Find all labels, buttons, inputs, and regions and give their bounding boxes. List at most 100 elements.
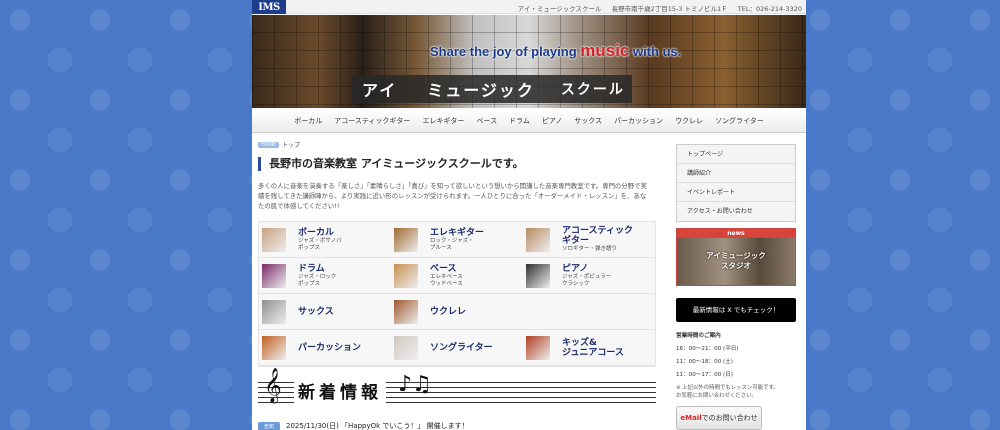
course-name: ソングライター [430,342,493,353]
course-text: アコースティック ギター ソロギター・弾き語り [562,226,633,253]
course-text: ピアノ ジャズ・ポピュラー クラシック [562,264,611,288]
course-item[interactable]: サックス [259,294,391,330]
course-name: ボーカル [298,227,335,238]
course-item[interactable]: エレキギター ロック・ジャズ・ ブルース [391,222,523,258]
course-thumbnail [526,335,550,360]
course-text: サックス [298,307,334,317]
news-tag: 告知 [258,421,281,430]
studio-news-badge: news [677,229,795,238]
course-text: エレキギター ロック・ジャズ・ ブルース [430,228,484,252]
main-content: HOME トップ 長野市の音楽教室 アイミュージックスクールです。 多くの人に音… [258,140,658,367]
nav-item[interactable]: ドラム [503,116,536,126]
course-thumbnail [262,299,286,324]
course-name: パーカッション [298,342,362,353]
breadcrumb: HOME トップ [258,140,658,149]
top-bar: IMS アイ・ミュージックスクール 長野市南千歳2丁目15-3 トミノビル1Ｆ … [252,0,806,14]
business-hours: 営業時間のご案内 16：00～21：00 (平日) 11：00～18：00 (土… [676,330,796,382]
course-item[interactable]: ドラム ジャズ・ロック ポップス [259,258,391,294]
logo-text: IMS [258,1,280,13]
course-thumbnail [262,227,286,252]
school-name: アイ・ミュージックスクール [517,5,602,13]
hours-saturday: 11：00～18：00 (土) [676,359,733,365]
course-thumbnail [394,263,418,288]
address: 長野市南千歳2丁目15-3 トミノビル1Ｆ [611,5,728,13]
slogan-music: music [580,41,630,60]
sidebar-menu-item[interactable]: アクセス・お問い合わせ [677,202,795,221]
course-text: パーカッション [298,343,361,353]
site-logo[interactable]: IMS [252,0,286,14]
nav-item[interactable]: サックス [568,116,608,126]
page: IMS アイ・ミュージックスクール 長野市南千歳2丁目15-3 トミノビル1Ｆ … [252,0,806,430]
sidebar-menu-item[interactable]: イベントレポート [677,183,795,202]
course-thumbnail [262,263,286,288]
email-label-rest: でのお問い合わせ [701,414,758,422]
banner-name-c: スクール [560,82,625,98]
sidebar-menu-item[interactable]: 講師紹介 [677,164,795,183]
x-follow-button[interactable]: 最新情報は X でもチェック！ [676,298,796,322]
news-item[interactable]: 告知 2025/11/30(日) 「HappyOk でいこう！」 開催します！ [258,421,469,430]
course-item[interactable]: ベース エレキベース ウッドベース [391,258,523,294]
nav-item[interactable]: パーカッション [608,116,669,126]
nav-item[interactable]: エレキギター [416,116,470,126]
course-text: ソングライター [430,343,493,353]
studio-banner[interactable]: news アイミュージック スタジオ [676,228,796,286]
course-name: ピアノ [562,263,589,274]
slogan-pre: Share the joy of playing [430,44,581,59]
nav-item[interactable]: ボーカル [288,116,328,126]
email-contact-button[interactable]: eMail でのお問い合わせ [676,406,762,430]
banner-slogan: Share the joy of playing music with us. [430,41,681,61]
music-notes-icon: ♪♫ [398,372,432,397]
news-heading-text: 新着情報 [294,378,386,403]
sidebar-menu: トップページ 講師紹介 イベントレポート アクセス・お問い合わせ [676,144,796,222]
email-label: eMail [680,414,702,422]
course-text: ウクレレ [430,307,466,317]
course-text: ベース エレキベース ウッドベース [430,264,463,288]
nav-item[interactable]: ベース [470,116,503,126]
course-item[interactable]: キッズ& ジュニアコース [523,330,655,366]
course-thumbnail [526,227,550,252]
hours-note: ※ 上記以外の時間でもレッスン可能です。 お気軽にお問い合わせください。 [676,385,779,399]
course-name: ウクレレ [430,306,467,317]
course-thumbnail [394,299,418,324]
banner-name-a: アイ [362,81,398,100]
course-grid: ボーカル ジャズ・ポサノバ ポップス エレキギター ロック・ジャズ・ ブルース アコース… [258,221,656,367]
hours-sunday: 11：00～17：00 (日) [676,372,733,378]
main-nav: ボーカル アコースティックギター エレキギター ベース ドラム ピアノ サックス パーカッショ… [252,109,806,133]
course-text: ドラム ジャズ・ロック ポップス [298,264,336,288]
phone: TEL：026-214-3320 [737,5,802,13]
course-empty [523,294,655,330]
hero-banner: Share the joy of playing music with us. … [252,15,806,108]
nav-item[interactable]: ピアノ [536,116,568,126]
hours-weekday: 16：00～21：00 (平日) [676,346,739,352]
course-thumbnail [394,335,418,360]
course-name: ドラム [298,263,325,274]
breadcrumb-home[interactable]: HOME [258,141,280,148]
course-item[interactable]: パーカッション [259,330,391,366]
page-title: 長野市の音楽教室 アイミュージックスクールです。 [258,157,658,171]
nav-item[interactable]: ソングライター [709,116,770,126]
course-text: キッズ& ジュニアコース [562,338,624,358]
sidebar-menu-item[interactable]: トップページ [677,145,795,164]
course-item[interactable]: ピアノ ジャズ・ポピュラー クラシック [523,258,655,294]
course-subtitle: エレキベース ウッドベース [430,273,463,287]
hours-title: 営業時間のご案内 [676,333,721,339]
course-item[interactable]: ソングライター [391,330,523,366]
course-subtitle: ジャズ・ロック ポップス [298,273,337,287]
nav-item[interactable]: アコースティックギター [328,116,416,126]
course-subtitle: ロック・ジャズ・ ブルース [430,237,474,251]
course-thumbnail [262,335,286,360]
course-text: ボーカル ジャズ・ポサノバ ポップス [298,228,342,252]
contact-info: アイ・ミュージックスクール 長野市南千歳2丁目15-3 トミノビル1Ｆ TEL：… [510,3,802,13]
course-item[interactable]: ボーカル ジャズ・ポサノバ ポップス [259,222,391,258]
sidebar: トップページ 講師紹介 イベントレポート アクセス・お問い合わせ news アイミュー… [676,144,796,430]
course-subtitle: ジャズ・ポピュラー クラシック [562,273,612,287]
slogan-post: with us. [629,44,682,59]
banner-name-b: ミュージック [427,81,535,100]
intro-text: 多くの人に音楽を演奏する「楽しさ」「素晴らしさ」「喜び」を知って欲しいという想い… [258,182,647,210]
course-item[interactable]: アコースティック ギター ソロギター・弾き語り [523,222,655,258]
course-item[interactable]: ウクレレ [391,294,523,330]
nav-item[interactable]: ウクレレ [669,116,709,126]
banner-school-name: アイ ミュージック スクール [352,75,632,103]
course-name: アコースティック ギター [562,226,634,246]
course-subtitle: ソロギター・弾き語り [562,246,618,252]
